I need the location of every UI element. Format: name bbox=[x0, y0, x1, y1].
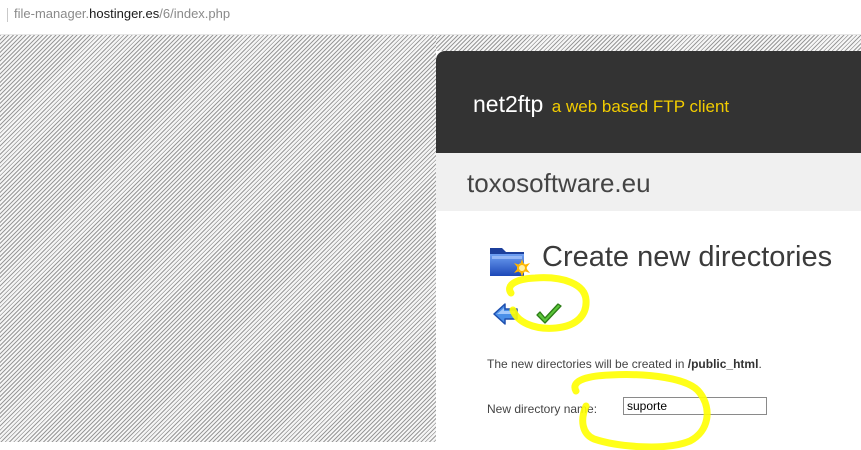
url-domain: hostinger.es bbox=[89, 6, 160, 21]
browser-address-bar[interactable]: file-manager.hostinger.es/6/index.php bbox=[0, 0, 861, 35]
app-header: net2ftp a web based FTP client bbox=[436, 51, 861, 153]
background-pattern bbox=[0, 35, 436, 442]
background-pattern-top bbox=[436, 35, 861, 51]
address-bar-url[interactable]: file-manager.hostinger.es/6/index.php bbox=[14, 6, 230, 21]
host-name: toxosoftware.eu bbox=[467, 168, 651, 198]
new-folder-icon bbox=[490, 248, 530, 277]
page-title: Create new directories bbox=[542, 241, 833, 273]
info-text: The new directories will be created in /… bbox=[487, 357, 762, 371]
app-brand: net2ftp a web based FTP client bbox=[473, 91, 729, 118]
url-path: /6/index.php bbox=[159, 6, 231, 21]
address-bar-divider bbox=[7, 8, 8, 22]
app-name: net2ftp bbox=[473, 91, 544, 117]
directory-name-label: New directory name: bbox=[487, 402, 598, 416]
info-prefix: The new directories will be created in bbox=[487, 357, 688, 371]
target-path: /public_html bbox=[687, 357, 759, 371]
back-arrow-icon[interactable] bbox=[492, 301, 520, 327]
info-suffix: . bbox=[758, 357, 762, 371]
net2ftp-panel: net2ftp a web based FTP client toxosoftw… bbox=[436, 51, 861, 450]
url-prefix: file-manager. bbox=[14, 6, 90, 21]
host-bar: toxosoftware.eu bbox=[436, 153, 861, 211]
check-icon[interactable] bbox=[534, 301, 564, 327]
app-tagline: a web based FTP client bbox=[551, 97, 730, 116]
directory-name-input[interactable] bbox=[623, 397, 767, 415]
